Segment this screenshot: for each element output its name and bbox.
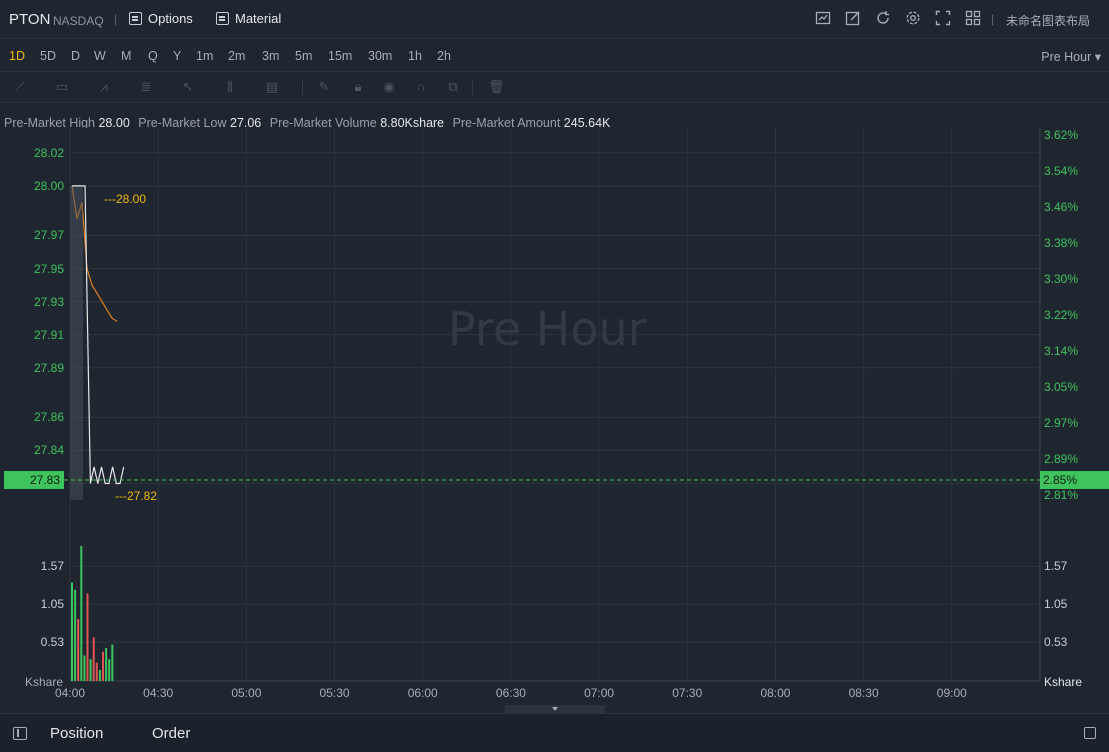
low-annotation-value: 27.82 bbox=[127, 489, 158, 503]
volume-bar bbox=[71, 582, 73, 681]
high-annotation-value: 28.00 bbox=[116, 192, 147, 206]
price-tick-label: 27.93 bbox=[33, 294, 64, 309]
volume-unit-right: Kshare bbox=[1044, 675, 1083, 689]
price-tick-label: 27.91 bbox=[33, 327, 64, 342]
price-area bbox=[70, 185, 83, 500]
percent-tick-label: 2.97% bbox=[1044, 416, 1079, 430]
volume-bar bbox=[98, 670, 101, 681]
percent-tick-label: 3.05% bbox=[1044, 380, 1079, 394]
volume-bar bbox=[80, 545, 83, 681]
tab-position[interactable]: Position bbox=[50, 725, 103, 742]
volume-tick-label: 1.05 bbox=[1044, 597, 1068, 612]
time-tick-label: 07:30 bbox=[672, 686, 703, 700]
percent-tick-label: 3.46% bbox=[1044, 200, 1079, 214]
volume-bar bbox=[111, 644, 114, 681]
price-tick-label: 27.84 bbox=[33, 443, 64, 458]
percent-tick-label: 2.81% bbox=[1044, 488, 1079, 502]
volume-bar bbox=[92, 637, 95, 681]
percent-tick-label: 3.62% bbox=[1044, 128, 1079, 142]
low-annotation: ---27.82 bbox=[115, 489, 158, 503]
chart-background bbox=[70, 128, 1040, 681]
time-tick-label: 04:30 bbox=[143, 686, 174, 700]
volume-bar bbox=[89, 659, 92, 681]
percent-tick-label: 3.22% bbox=[1044, 308, 1079, 322]
percent-tick-label: 3.54% bbox=[1044, 164, 1079, 178]
high-annotation: ---28.00 bbox=[104, 192, 147, 206]
panel-toggle-icon[interactable] bbox=[13, 727, 27, 740]
time-tick-label: 06:00 bbox=[407, 686, 438, 700]
volume-tick-label: 1.05 bbox=[40, 597, 64, 612]
time-tick-label: 08:00 bbox=[760, 686, 791, 700]
price-tick-label: 27.86 bbox=[33, 410, 64, 425]
volume-bar bbox=[105, 648, 108, 681]
volume-bar bbox=[86, 593, 89, 681]
volume-bar bbox=[95, 662, 98, 681]
current-price-tag: 27.83 bbox=[4, 471, 64, 489]
volume-tick-label: 0.53 bbox=[1044, 635, 1068, 650]
time-tick-label: 07:00 bbox=[584, 686, 615, 700]
price-tick-label: 28.00 bbox=[33, 178, 64, 193]
volume-bar bbox=[74, 589, 77, 681]
volume-tick-label: 1.57 bbox=[1044, 559, 1068, 574]
bottom-panel-bar: Position Order bbox=[0, 713, 1109, 752]
time-tick-label: 05:30 bbox=[319, 686, 350, 700]
volume-bar bbox=[108, 659, 111, 681]
percent-tick-label: 2.89% bbox=[1044, 452, 1079, 466]
session-watermark: Pre Hour bbox=[448, 302, 647, 356]
percent-tick-label: 3.38% bbox=[1044, 236, 1079, 250]
volume-bar bbox=[83, 655, 86, 681]
price-tick-label: 27.97 bbox=[33, 228, 64, 243]
price-tick-label: 27.95 bbox=[33, 261, 64, 276]
price-tick-label: 27.89 bbox=[33, 360, 64, 375]
volume-bar bbox=[77, 618, 80, 681]
chart-grid bbox=[69, 128, 1041, 682]
time-tick-label: 06:30 bbox=[495, 686, 526, 700]
volume-unit-left: Kshare bbox=[25, 675, 64, 689]
time-tick-label: 09:00 bbox=[936, 686, 967, 700]
percent-tick-label: 3.14% bbox=[1044, 344, 1079, 358]
price-tick-label: 28.02 bbox=[33, 145, 64, 160]
volume-tick-label: 1.57 bbox=[40, 559, 64, 574]
collapse-panel-handle[interactable] bbox=[505, 705, 605, 713]
time-tick-label: 08:30 bbox=[848, 686, 879, 700]
time-tick-label: 05:00 bbox=[231, 686, 262, 700]
volume-bar bbox=[102, 651, 104, 681]
popout-icon[interactable] bbox=[1084, 727, 1096, 739]
tab-order[interactable]: Order bbox=[152, 725, 190, 742]
percent-tick-label: 3.30% bbox=[1044, 272, 1079, 286]
current-pct-tag: 2.85% bbox=[1040, 471, 1109, 489]
volume-tick-label: 0.53 bbox=[40, 635, 64, 650]
